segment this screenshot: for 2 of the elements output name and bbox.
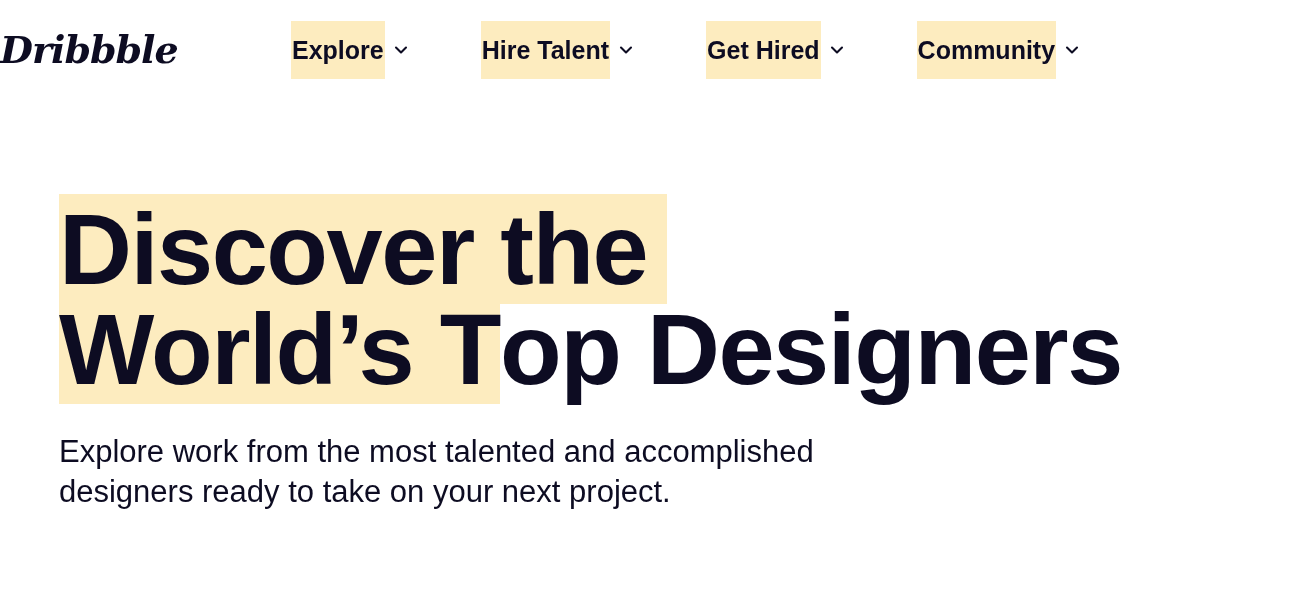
- hero-subtitle: Explore work from the most talented and accomplished designers ready to take on your next project.: [59, 433, 815, 511]
- hero-heading: Discover the World’s Top Designers: [59, 194, 1123, 404]
